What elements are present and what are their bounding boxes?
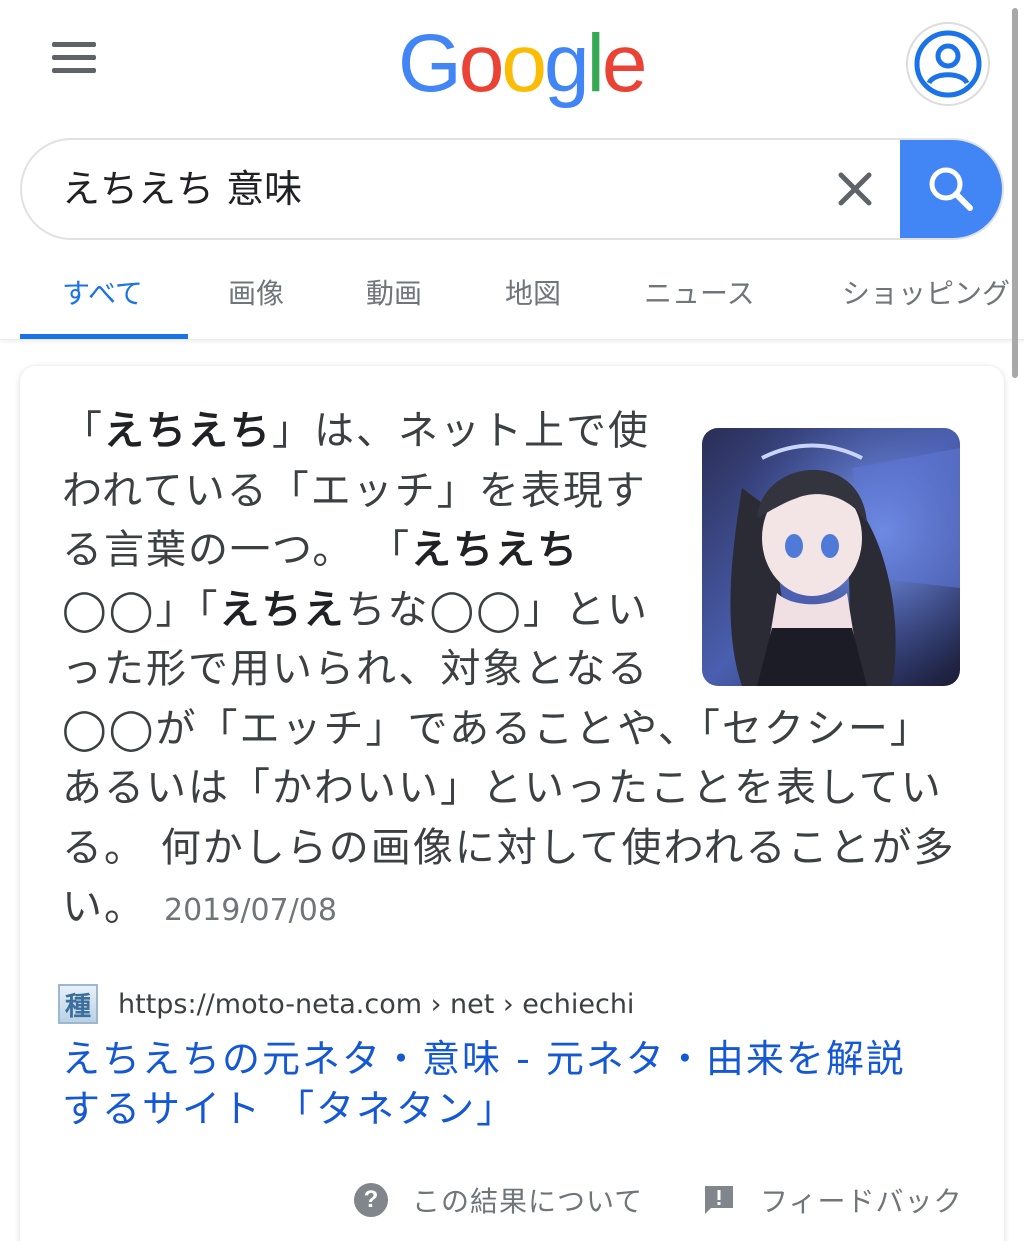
active-tab-indicator bbox=[20, 334, 188, 339]
about-result-button[interactable]: ? この結果について bbox=[354, 1180, 643, 1220]
search-box bbox=[20, 138, 1004, 240]
header: Google bbox=[0, 0, 1024, 130]
snippet-highlight: えちえち bbox=[411, 527, 580, 573]
about-result-label: この結果について bbox=[412, 1185, 644, 1218]
snippet-segment: ◯◯」「 bbox=[62, 586, 220, 633]
help-icon: ? bbox=[354, 1183, 388, 1217]
snippet-segment: 「 bbox=[62, 408, 104, 454]
menu-icon[interactable] bbox=[52, 40, 98, 76]
tab-news[interactable]: ニュース bbox=[644, 262, 755, 339]
feedback-button[interactable]: フィードバック bbox=[702, 1180, 962, 1220]
scrollbar[interactable] bbox=[1012, 8, 1018, 378]
snippet-highlight: えちえち bbox=[104, 408, 272, 454]
source-url: https://moto-neta.com › net › echiechi bbox=[118, 988, 635, 1020]
search-button[interactable] bbox=[900, 140, 1002, 238]
logo-letter: g bbox=[544, 18, 590, 109]
snippet-text: 「えちえち」は、ネット上で使われている「エッチ」を表現する言葉の一つ。 「えちえ… bbox=[62, 402, 962, 941]
clear-icon bbox=[838, 172, 872, 206]
account-button[interactable] bbox=[906, 22, 990, 106]
tab-maps[interactable]: 地図 bbox=[505, 262, 561, 339]
tab-images[interactable]: 画像 bbox=[228, 262, 284, 339]
search-tabs: すべて 画像 動画 地図 ニュース ショッピング bbox=[0, 262, 1024, 340]
logo-letter: G bbox=[398, 18, 462, 109]
clear-button[interactable] bbox=[830, 164, 880, 214]
result-source[interactable]: 種 https://moto-neta.com › net › echiechi bbox=[58, 982, 634, 1026]
anime-character-image bbox=[702, 428, 960, 686]
search-input[interactable] bbox=[62, 140, 822, 238]
tab-videos[interactable]: 動画 bbox=[366, 262, 422, 339]
feedback-icon bbox=[705, 1186, 733, 1214]
snippet-date: 2019/07/08 bbox=[164, 893, 337, 928]
snippet-highlight: えちえ bbox=[219, 586, 346, 633]
card-footer: ? この結果について フィードバック bbox=[20, 1172, 1004, 1232]
logo-letter: o bbox=[501, 18, 547, 109]
snippet-thumbnail[interactable] bbox=[702, 428, 960, 686]
featured-snippet-card: 「えちえち」は、ネット上で使われている「エッチ」を表現する言葉の一つ。 「えちえ… bbox=[20, 366, 1004, 1241]
account-icon bbox=[914, 30, 982, 98]
logo-letter: e bbox=[601, 18, 648, 109]
google-logo[interactable]: Google bbox=[398, 14, 648, 114]
logo-letter: o bbox=[458, 18, 505, 109]
feedback-label: フィードバック bbox=[760, 1185, 963, 1218]
result-title-link[interactable]: えちえちの元ネタ・意味 - 元ネタ・由来を解説するサイト 「タネタン」 bbox=[62, 1034, 942, 1134]
logo-letter: l bbox=[586, 18, 605, 109]
search-icon bbox=[929, 167, 973, 211]
tab-shopping[interactable]: ショッピング bbox=[842, 262, 1010, 339]
tab-all[interactable]: すべて bbox=[62, 262, 143, 339]
site-favicon: 種 bbox=[58, 984, 98, 1024]
